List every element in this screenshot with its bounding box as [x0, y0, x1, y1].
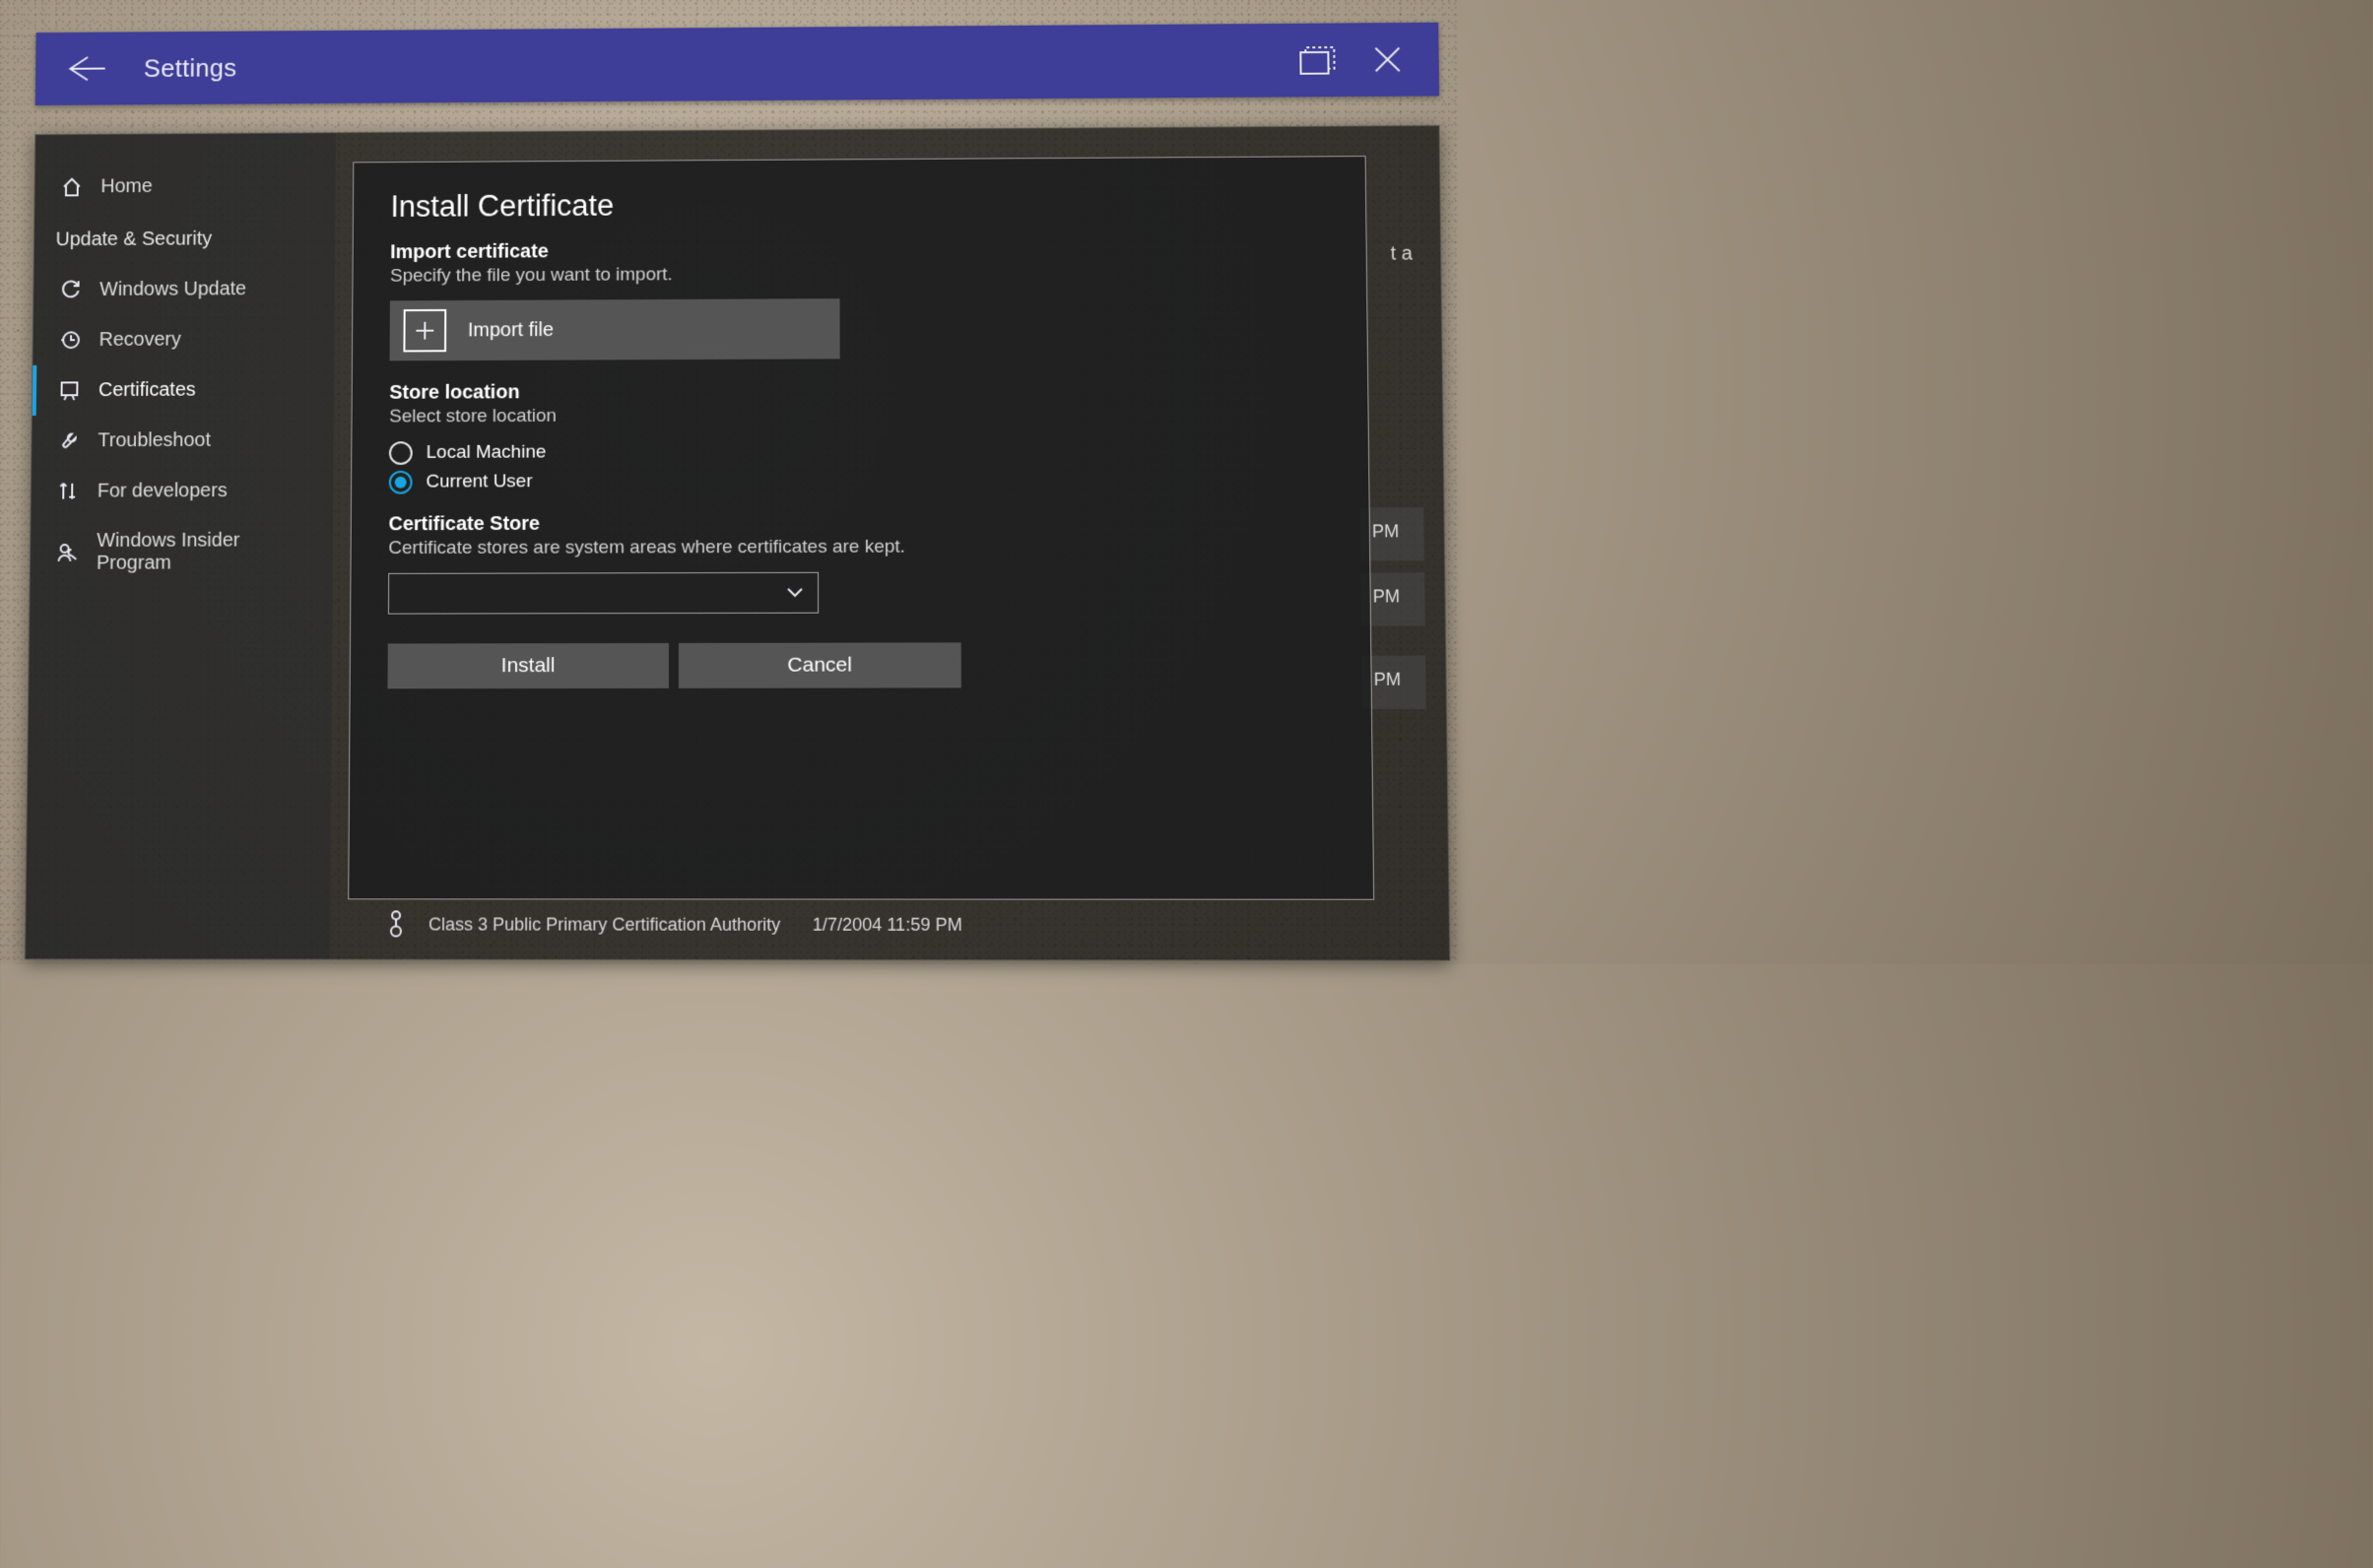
import-file-button[interactable]: Import file	[390, 298, 840, 360]
store-location-label: Store location	[389, 378, 1330, 405]
sidebar-item-windows-update[interactable]: Windows Update	[33, 263, 335, 315]
close-icon[interactable]	[1365, 38, 1410, 82]
radio-label: Local Machine	[427, 442, 547, 464]
app-title: Settings	[144, 53, 237, 84]
radio-icon	[389, 441, 413, 465]
content-area: t a PM PM PM Class 3 Public Primary Cert…	[330, 126, 1449, 960]
radio-local-machine[interactable]: Local Machine	[389, 438, 1331, 465]
back-button[interactable]	[64, 47, 107, 90]
tools-icon	[56, 480, 80, 503]
cert-name: Class 3 Public Primary Certification Aut…	[428, 914, 780, 935]
certificate-icon	[58, 378, 82, 402]
wrench-icon	[57, 429, 81, 453]
plus-icon	[403, 309, 446, 353]
sidebar-item-certificates[interactable]: Certificates	[33, 364, 334, 416]
install-button[interactable]: Install	[387, 643, 668, 688]
cert-store-desc: Certificate stores are system areas wher…	[388, 536, 1332, 560]
sidebar-item-label: Certificates	[99, 378, 196, 401]
import-label: Import certificate	[390, 236, 1328, 264]
dialog-title: Install Certificate	[390, 184, 1328, 225]
sidebar-item-troubleshoot[interactable]: Troubleshoot	[32, 415, 334, 466]
chevron-down-icon	[786, 587, 804, 599]
store-location-desc: Select store location	[389, 403, 1330, 428]
sidebar-item-label: For developers	[98, 480, 228, 502]
cert-date: 1/7/2004 11:59 PM	[813, 914, 962, 935]
sidebar-item-label: Home	[100, 175, 153, 198]
sidebar-item-for-developers[interactable]: For developers	[31, 465, 333, 516]
sidebar-item-label: Windows Update	[99, 278, 246, 300]
import-file-label: Import file	[468, 319, 554, 342]
bg-cert-row: Class 3 Public Primary Certification Aut…	[389, 909, 962, 940]
install-certificate-dialog: Install Certificate Import certificate S…	[348, 156, 1374, 900]
radio-label: Current User	[426, 471, 532, 492]
sidebar-item-label: Windows Insider Program	[97, 530, 311, 575]
person-icon	[56, 541, 80, 564]
bg-text: t a	[1390, 243, 1413, 266]
import-desc: Specify the file you want to import.	[390, 261, 1329, 288]
sidebar-home[interactable]: Home	[34, 161, 335, 213]
sidebar: Home Update & Security Windows Update Re…	[26, 133, 336, 958]
radio-icon	[389, 471, 413, 494]
sync-icon	[59, 278, 83, 301]
radio-current-user[interactable]: Current User	[389, 468, 1331, 494]
cert-store-label: Certificate Store	[388, 511, 1331, 537]
sidebar-item-insider[interactable]: Windows Insider Program	[31, 516, 333, 589]
cancel-button[interactable]: Cancel	[679, 642, 961, 687]
sidebar-item-label: Recovery	[99, 328, 180, 351]
sidebar-item-label: Troubleshoot	[98, 429, 211, 452]
history-icon	[58, 328, 82, 352]
window-placement-icon[interactable]	[1296, 38, 1340, 82]
cert-chain-icon	[389, 909, 415, 939]
cert-store-dropdown[interactable]	[388, 572, 819, 615]
titlebar: Settings	[35, 23, 1439, 105]
home-icon	[60, 175, 84, 199]
sidebar-item-recovery[interactable]: Recovery	[33, 313, 334, 364]
sidebar-section: Update & Security	[34, 210, 336, 265]
